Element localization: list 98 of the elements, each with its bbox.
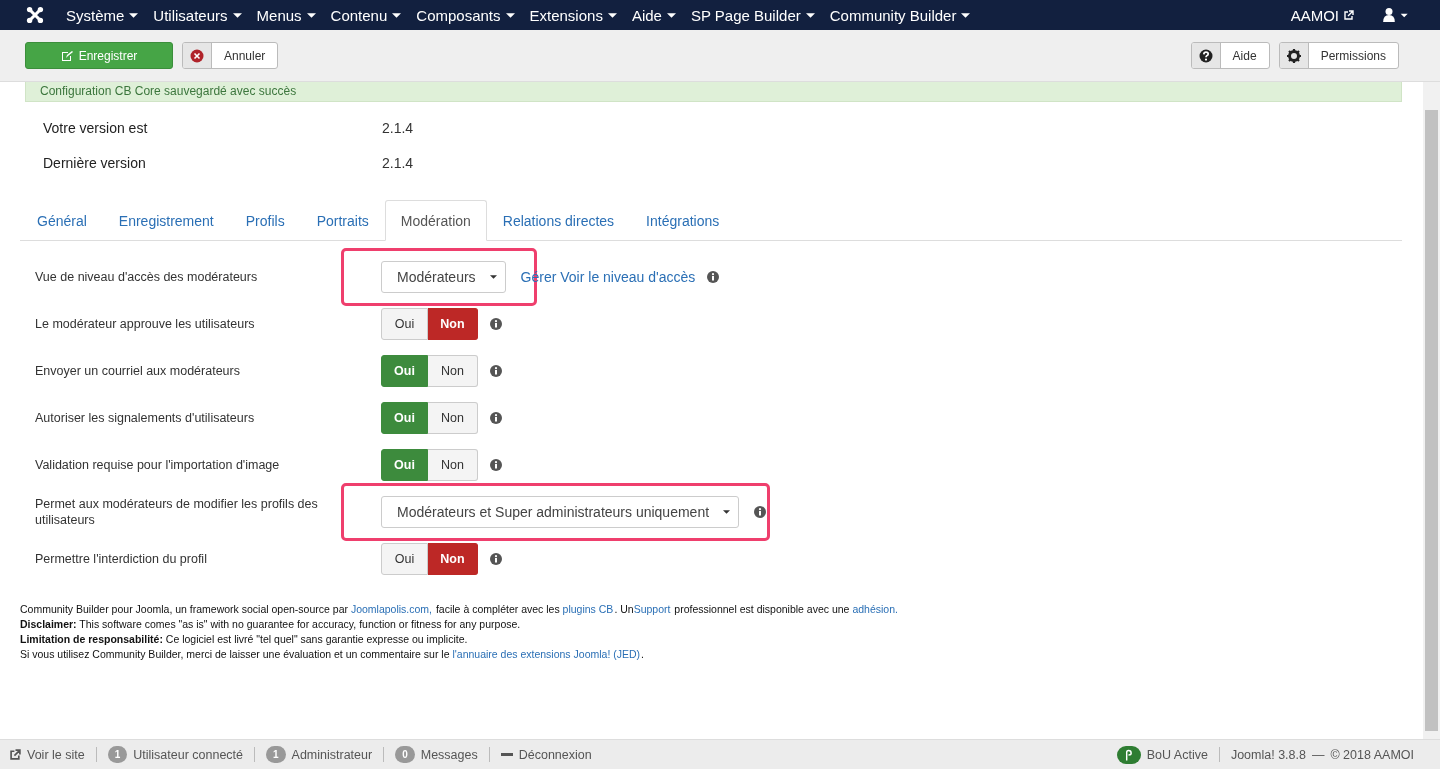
gear-icon — [1286, 48, 1301, 63]
dropdown-select[interactable]: Modérateurs — [381, 260, 506, 293]
count-badge: 0 — [395, 746, 415, 763]
footer-link[interactable]: Support — [633, 602, 671, 617]
caret-icon — [961, 12, 971, 18]
close-icon — [190, 48, 204, 63]
caret-icon — [607, 12, 617, 18]
count-badge: 1 — [107, 746, 128, 763]
tab[interactable]: Modération — [384, 200, 487, 241]
caret-icon — [306, 12, 316, 18]
status-badge — [1116, 745, 1141, 764]
setting-label: Validation requise pour l'importation d'image — [35, 456, 281, 473]
nav-menu[interactable]: SP Page Builder — [690, 6, 801, 24]
tab[interactable]: Enregistrement — [102, 200, 230, 241]
toggle-option[interactable]: Oui — [381, 307, 428, 340]
success-alert: Configuration CB Core sauvegardé avec succès — [25, 82, 1402, 102]
dropdown-select[interactable]: Modérateurs et Super administrateurs uniquement — [381, 495, 740, 528]
tab[interactable]: Portraits — [300, 200, 385, 241]
toggle-option[interactable]: Oui — [381, 354, 428, 387]
version-label: Dernière version — [43, 155, 147, 171]
footer-link[interactable]: adhésion. — [852, 602, 898, 617]
count-badge: 1 — [266, 746, 286, 763]
tab[interactable]: Général — [21, 200, 103, 241]
setting-label: Permet aux modérateurs de modifier les profils des utilisateurs — [35, 495, 319, 528]
footer-text: Community Builder pour Joomla, un framework social open-source par — [20, 602, 349, 617]
caret-icon — [489, 274, 497, 279]
info-icon[interactable] — [490, 458, 502, 471]
footer-text: . — [641, 647, 644, 662]
caret-icon — [505, 12, 515, 18]
status-link[interactable]: Utilisateur connecté — [133, 747, 243, 762]
external-link-icon — [1344, 10, 1354, 20]
scrollbar[interactable] — [1423, 82, 1440, 739]
setting-label: Envoyer un courriel aux modérateurs — [35, 362, 241, 379]
info-icon[interactable] — [490, 552, 502, 565]
info-icon[interactable] — [707, 270, 720, 283]
site-link[interactable]: AAMOI — [1290, 6, 1339, 24]
footer-text: Si vous utilisez Community Builder, merci de laisser une évaluation et un commentaire sur le — [20, 647, 451, 662]
status-link[interactable]: Déconnexion — [518, 747, 592, 762]
version-value: 2.1.4 — [382, 155, 414, 171]
footer-text: Disclaimer: This software comes "as is" with no guarantee for accuracy, function or fitness for any purpose. — [20, 617, 521, 632]
toggle-option[interactable]: Oui — [381, 542, 428, 575]
status-text: BoU Active — [1146, 747, 1208, 762]
toggle-option[interactable]: Non — [428, 354, 478, 387]
help-button[interactable]: Aide — [1190, 42, 1270, 69]
tab[interactable]: Intégrations — [630, 200, 736, 241]
edit-icon — [60, 49, 73, 62]
nav-menu[interactable]: Community Builder — [829, 6, 957, 24]
help-icon — [1198, 48, 1213, 63]
version-text: Joomla! 3.8.8 — [1230, 747, 1306, 762]
version-value: 2.1.4 — [382, 120, 414, 136]
tab[interactable]: Profils — [229, 200, 301, 241]
setting-label: Vue de niveau d'accès des modérateurs — [35, 268, 259, 285]
nav-menu[interactable]: Contenu — [330, 6, 388, 24]
permissions-button[interactable]: Permissions — [1278, 42, 1399, 69]
setting-label: Autoriser les signalements d'utilisateurs — [35, 409, 256, 426]
dash-text: — — [1311, 747, 1325, 762]
joomla-logo-icon[interactable] — [26, 6, 44, 24]
toggle-option[interactable]: Oui — [381, 401, 428, 434]
status-link[interactable]: Voir le site — [27, 747, 85, 762]
status-link[interactable]: Messages — [420, 747, 478, 762]
caret-icon — [129, 12, 139, 18]
toggle-option[interactable]: Non — [428, 448, 478, 481]
cancel-button[interactable]: Annuler — [182, 42, 279, 69]
nav-menu[interactable]: Composants — [416, 6, 501, 24]
toggle-option[interactable]: Oui — [381, 448, 428, 481]
footer-text: . Un — [614, 602, 634, 617]
user-menu-icon[interactable] — [1382, 8, 1410, 22]
nav-menu[interactable]: Menus — [256, 6, 302, 24]
info-icon[interactable] — [490, 411, 502, 424]
toggle-option[interactable]: Non — [428, 542, 478, 575]
footer-link[interactable]: Joomlapolis.com, — [350, 602, 433, 617]
status-link[interactable]: Administrateur — [291, 747, 373, 762]
caret-icon — [805, 12, 815, 18]
caret-icon — [723, 509, 731, 514]
version-label: Votre version est — [43, 120, 149, 136]
copyright-text: © 2018 AAMOI — [1330, 747, 1414, 762]
minus-icon — [500, 752, 513, 757]
setting-label: Le modérateur approuve les utilisateurs — [35, 315, 256, 332]
setting-label: Permettre l'interdiction du profil — [35, 550, 208, 567]
caret-icon — [232, 12, 242, 18]
footer-link[interactable]: l'annuaire des extensions Joomla! (JED) — [452, 647, 641, 662]
tab[interactable]: Relations directes — [486, 200, 631, 241]
info-icon[interactable] — [754, 505, 767, 518]
footer-text: professionnel est disponible avec une — [673, 602, 851, 617]
caret-icon — [666, 12, 676, 18]
toggle-option[interactable]: Non — [428, 401, 478, 434]
nav-menu[interactable]: Aide — [631, 6, 662, 24]
footer-link[interactable]: plugins CB — [562, 602, 614, 617]
nav-menu[interactable]: Utilisateurs — [153, 6, 228, 24]
external-link-icon — [10, 749, 21, 760]
toggle-option[interactable]: Non — [428, 307, 478, 340]
nav-menu[interactable]: Système — [66, 6, 125, 24]
footer-text: Limitation de responsabilité: Ce logiciel est livré "tel quel" sans garantie expresse ou implicite. — [20, 632, 468, 647]
info-icon[interactable] — [490, 364, 502, 377]
caret-icon — [392, 12, 402, 18]
nav-menu[interactable]: Extensions — [529, 6, 603, 24]
info-icon[interactable] — [490, 317, 502, 330]
footer-text: facile à compléter avec les — [434, 602, 561, 617]
